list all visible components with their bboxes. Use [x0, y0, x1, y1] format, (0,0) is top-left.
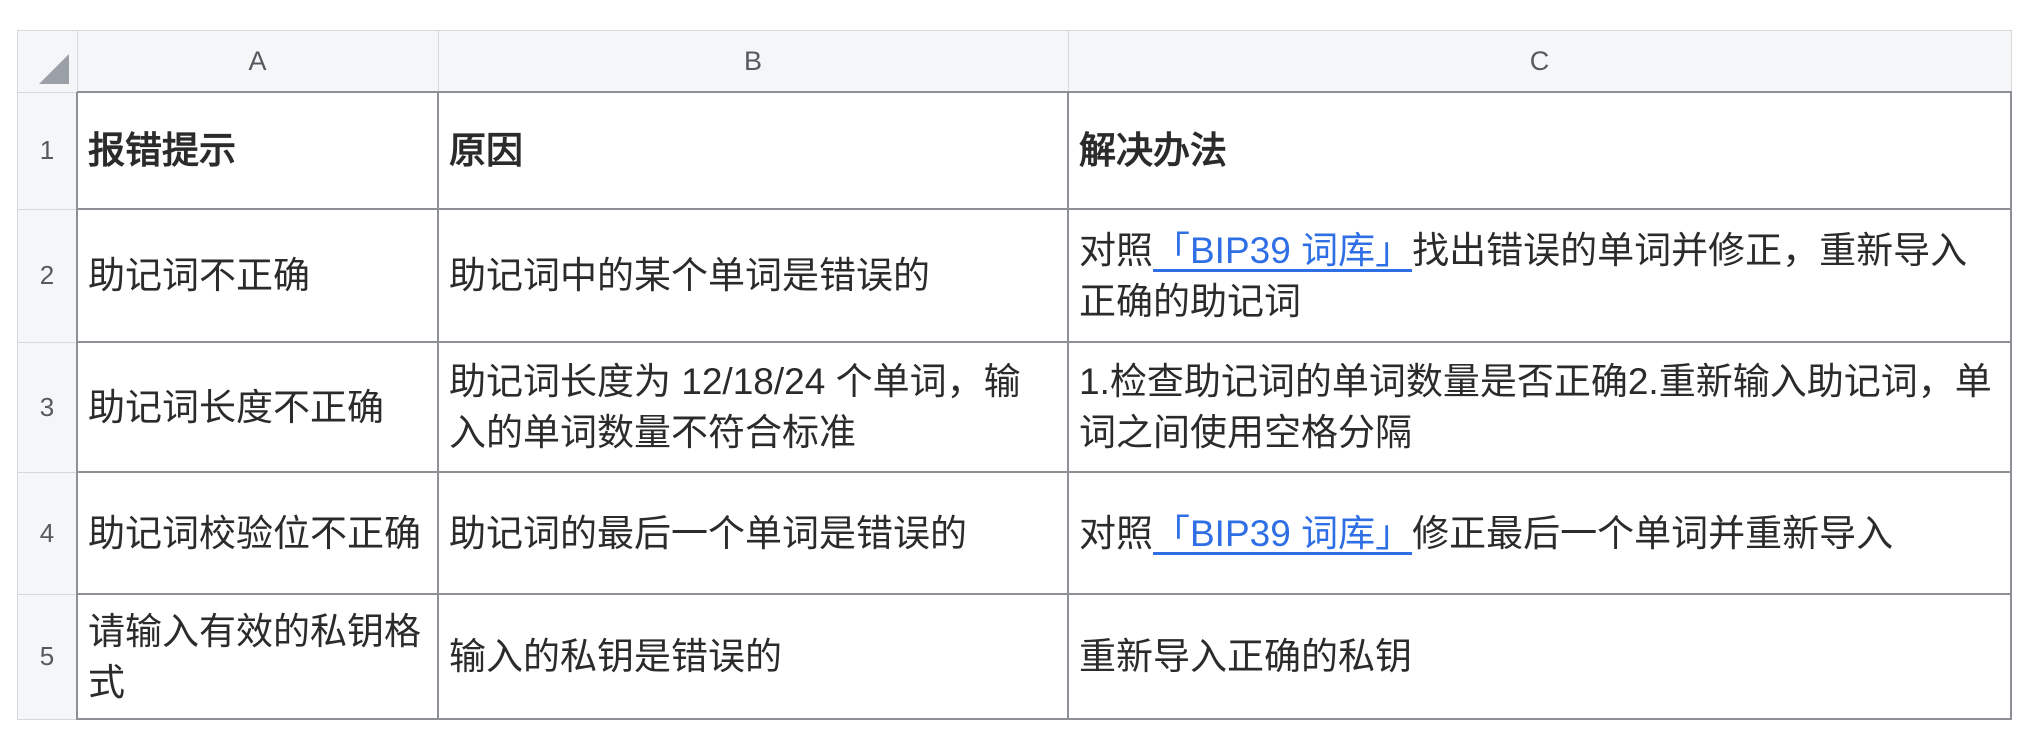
cell-b1[interactable]: 原因	[437, 91, 1069, 210]
cell-c4[interactable]: 对照「BIP39 词库」修正最后一个单词并重新导入	[1067, 471, 2012, 595]
cell-a4[interactable]: 助记词校验位不正确	[76, 471, 439, 595]
cell-a1[interactable]: 报错提示	[76, 91, 439, 210]
cell-a5[interactable]: 请输入有效的私钥格式	[76, 593, 439, 720]
row-header-4[interactable]: 4	[17, 471, 78, 595]
column-header-c[interactable]: C	[1067, 30, 2012, 93]
cell-b2[interactable]: 助记词中的某个单词是错误的	[437, 208, 1069, 343]
cell-c2-prefix: 对照	[1079, 229, 1153, 271]
column-header-b[interactable]: B	[437, 30, 1069, 93]
cell-c4-prefix: 对照	[1079, 512, 1153, 554]
select-all-icon	[38, 53, 69, 84]
cell-b4[interactable]: 助记词的最后一个单词是错误的	[437, 471, 1069, 595]
row-header-5[interactable]: 5	[17, 593, 78, 720]
table-row: 3 助记词长度不正确 助记词长度为 12/18/24 个单词，输入的单词数量不符…	[17, 341, 2012, 473]
cell-c1[interactable]: 解决办法	[1067, 91, 2012, 210]
cell-c3[interactable]: 1.检查助记词的单词数量是否正确2.重新输入助记词，单词之间使用空格分隔	[1067, 341, 2012, 473]
table-row: 2 助记词不正确 助记词中的某个单词是错误的 对照「BIP39 词库」找出错误的…	[17, 208, 2012, 343]
cell-c5[interactable]: 重新导入正确的私钥	[1067, 593, 2012, 720]
table-row: 5 请输入有效的私钥格式 输入的私钥是错误的 重新导入正确的私钥	[17, 593, 2012, 720]
select-all-corner[interactable]	[17, 30, 78, 93]
cell-b3[interactable]: 助记词长度为 12/18/24 个单词，输入的单词数量不符合标准	[437, 341, 1069, 473]
table-row: 4 助记词校验位不正确 助记词的最后一个单词是错误的 对照「BIP39 词库」修…	[17, 471, 2012, 595]
cell-b5[interactable]: 输入的私钥是错误的	[437, 593, 1069, 720]
table-row: 1 报错提示 原因 解决办法	[17, 91, 2012, 210]
bip39-wordlist-link[interactable]: 「BIP39 词库」	[1153, 230, 1412, 271]
spreadsheet-table: A B C 1 报错提示 原因 解决办法 2 助记词不正确 助记词中的某个单词是…	[17, 30, 2012, 720]
cell-a2[interactable]: 助记词不正确	[76, 208, 439, 343]
bip39-wordlist-link[interactable]: 「BIP39 词库」	[1153, 513, 1412, 554]
column-header-row: A B C	[17, 30, 2012, 93]
cell-a3[interactable]: 助记词长度不正确	[76, 341, 439, 473]
cell-c4-suffix: 修正最后一个单词并重新导入	[1412, 512, 1894, 554]
row-header-1[interactable]: 1	[17, 91, 78, 210]
column-header-a[interactable]: A	[76, 30, 439, 93]
row-header-3[interactable]: 3	[17, 341, 78, 473]
row-header-2[interactable]: 2	[17, 208, 78, 343]
cell-c2[interactable]: 对照「BIP39 词库」找出错误的单词并修正，重新导入正确的助记词	[1067, 208, 2012, 343]
